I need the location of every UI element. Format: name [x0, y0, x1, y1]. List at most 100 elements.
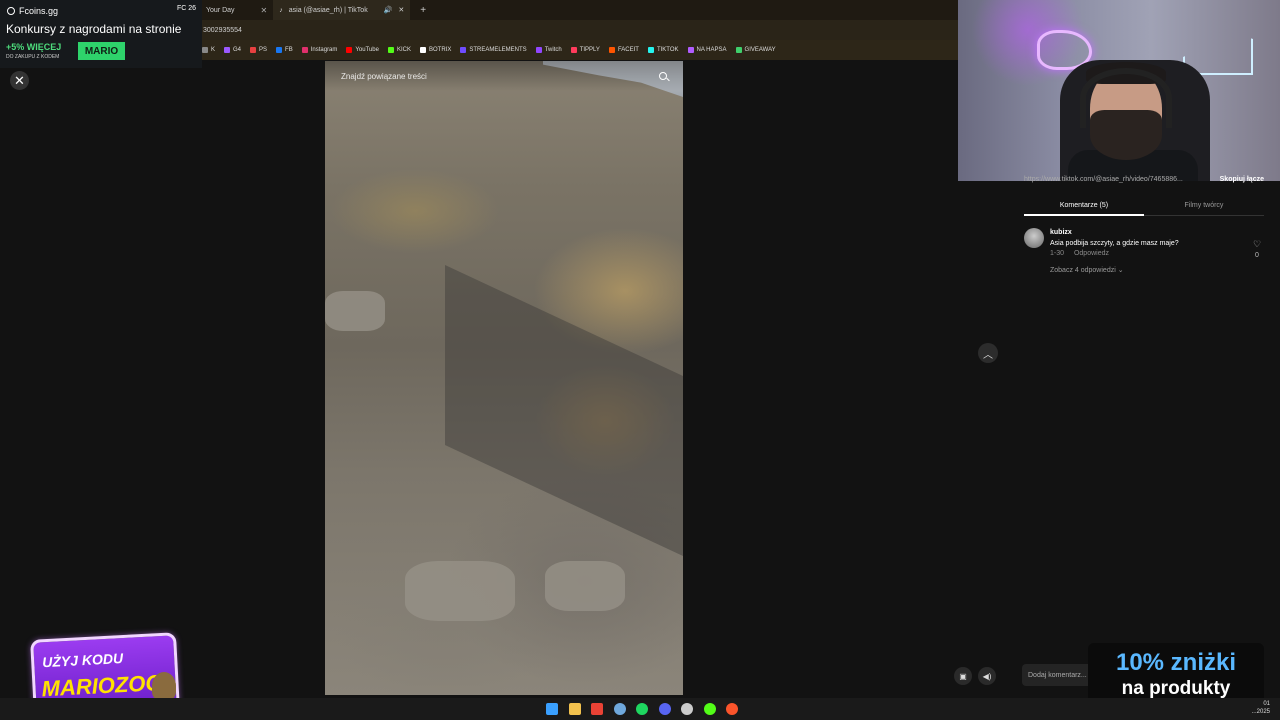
bookmark-item[interactable]: Instagram: [301, 47, 338, 53]
like-count: 0: [1255, 252, 1259, 259]
clock: 01 ...2025: [1252, 700, 1270, 716]
address-bar[interactable]: 3002935554: [200, 20, 960, 40]
bookmark-item[interactable]: FACEIT: [608, 47, 639, 53]
bookmark-label: PS: [259, 47, 268, 53]
video-player[interactable]: Znajdź powiązane treści: [325, 61, 683, 695]
browser-tab-bar: Your Day ✕ ♪ asia (@asiae_rh) | TikTok 🔊…: [200, 0, 960, 20]
bookmark-item[interactable]: G4: [224, 47, 241, 53]
bookmark-favicon-icon: [570, 47, 577, 53]
discord-icon[interactable]: [658, 703, 671, 715]
bookmark-favicon-icon: [460, 47, 467, 53]
bookmark-favicon-icon: [202, 47, 208, 53]
bookmark-favicon-icon: [387, 47, 394, 53]
bookmark-favicon-icon: [224, 47, 231, 53]
promo-code-badge: MARIO: [78, 42, 125, 60]
bookmark-item[interactable]: YouTube: [346, 47, 379, 53]
bookmark-label: TIKTOK: [656, 47, 679, 53]
bookmark-favicon-icon: [346, 47, 353, 53]
brave-icon[interactable]: [726, 703, 738, 715]
bookmark-item[interactable]: K: [202, 47, 215, 53]
windows-icon[interactable]: [546, 703, 558, 715]
promo-bonus-sub: DO ZAKUPU Z KODEM: [6, 54, 60, 60]
obs-icon[interactable]: [681, 703, 693, 715]
clock-time: 01: [1263, 701, 1270, 707]
spotify-icon[interactable]: [636, 703, 648, 715]
bookmark-label: Twitch: [544, 47, 562, 53]
discount-line2: na produkty: [1121, 678, 1231, 699]
chrome-icon[interactable]: [591, 703, 603, 715]
promo-title: Konkursy z nagrodami na stronie: [6, 22, 182, 36]
bookmark-label: BOTRIX: [429, 47, 452, 53]
bookmark-label: Instagram: [310, 47, 338, 53]
close-tab-icon[interactable]: ✕: [398, 6, 404, 14]
add-comment-placeholder: Dodaj komentarz...: [1028, 671, 1087, 679]
copy-link-button[interactable]: Skopiuj łącze: [1220, 176, 1264, 188]
bookmark-item[interactable]: KICK: [387, 47, 411, 53]
kick-icon[interactable]: [703, 703, 716, 715]
screen: Your Day ✕ ♪ asia (@asiae_rh) | TikTok 🔊…: [0, 0, 1280, 720]
bookmark-item[interactable]: FB: [276, 47, 293, 53]
volume-button[interactable]: ◀): [978, 667, 996, 685]
bookmark-item[interactable]: TIPPLY: [570, 47, 600, 53]
bookmark-item[interactable]: NA HAPSA: [687, 47, 727, 53]
steam-icon[interactable]: [613, 703, 626, 715]
bookmark-favicon-icon: [276, 47, 283, 53]
close-tab-icon[interactable]: ✕: [261, 6, 268, 15]
tab-comments[interactable]: Komentarze (5): [1024, 196, 1144, 216]
discount-line1: 10% zniżki: [1115, 649, 1237, 676]
bookmark-item[interactable]: Twitch: [535, 47, 562, 53]
share-link[interactable]: https://www.tiktok.com/@asiae_rh/video/7…: [1024, 176, 1183, 188]
folder-icon[interactable]: [568, 703, 581, 715]
promo-bonus-percent: +5% WIĘCEJ: [6, 42, 62, 52]
bookmark-favicon-icon: [608, 47, 615, 53]
speaker-icon[interactable]: 🔊: [384, 6, 393, 14]
promo-bonus: +5% WIĘCEJ DO ZAKUPU Z KODEM: [6, 42, 61, 60]
tiktok-icon: ♪: [279, 6, 283, 14]
bookmark-item[interactable]: STREAMELEMENTS: [460, 47, 527, 53]
comment-date: 1-30: [1050, 250, 1065, 257]
avatar[interactable]: [1024, 228, 1044, 248]
comment-text: Asia podbija szczyty, a gdzie masz maje?: [1050, 240, 1179, 247]
view-replies-button[interactable]: Zobacz 4 odpowiedzi ⌄: [1050, 266, 1124, 274]
scroll-up-button[interactable]: ︿: [978, 343, 998, 363]
bookmark-favicon-icon: [250, 47, 257, 53]
tab-your-day[interactable]: Your Day ✕: [200, 0, 273, 20]
chevron-up-icon: ︿: [983, 349, 993, 361]
fcoins-logo-icon: [7, 7, 15, 15]
video-search-placeholder: Znajdź powiązane treści: [341, 71, 427, 81]
panel-tabs: Komentarze (5) Filmy twórcy: [1024, 196, 1264, 216]
bookmark-favicon-icon: [420, 47, 426, 53]
bookmark-label: FB: [285, 47, 293, 53]
bookmark-label: GIVEAWAY: [744, 47, 776, 53]
pip-button[interactable]: ▣: [954, 667, 972, 685]
search-icon[interactable]: [659, 72, 667, 80]
promo-brand-name: Fcoins.gg: [19, 6, 59, 16]
bookmark-item[interactable]: PS: [250, 47, 267, 53]
chevron-down-icon: ⌄: [1117, 267, 1124, 274]
bookmark-label: FACEIT: [617, 47, 639, 53]
bookmark-item[interactable]: TIKTOK: [647, 47, 679, 53]
tab-creator-videos[interactable]: Filmy twórcy: [1144, 196, 1264, 216]
reply-button[interactable]: Odpowiedz: [1074, 250, 1109, 257]
tab-label: asia (@asiae_rh) | TikTok: [288, 6, 368, 14]
bookmark-label: G4: [233, 47, 242, 53]
comment-username[interactable]: kubizx: [1050, 229, 1072, 236]
bookmark-label: STREAMELEMENTS: [469, 47, 527, 53]
video-rock: [545, 561, 625, 611]
pip-icon: ▣: [959, 671, 967, 681]
heart-icon[interactable]: ♡: [1253, 239, 1263, 249]
bookmark-item[interactable]: BOTRIX: [420, 47, 451, 53]
bookmark-favicon-icon: [735, 47, 742, 53]
video-search-bar[interactable]: Znajdź powiązane treści: [325, 61, 683, 91]
bookmark-label: NA HAPSA: [696, 47, 727, 53]
video-rock: [405, 561, 515, 621]
code-badge-line1: UŻYJ KODU: [41, 650, 124, 671]
view-replies-label: Zobacz 4 odpowiedzi: [1050, 267, 1116, 274]
new-tab-button[interactable]: +: [420, 5, 426, 16]
tab-tiktok[interactable]: ♪ asia (@asiae_rh) | TikTok 🔊 ✕: [273, 0, 411, 20]
headset: [1080, 68, 1172, 128]
bookmark-item[interactable]: GIVEAWAY: [735, 47, 776, 53]
bookmark-favicon-icon: [687, 47, 694, 53]
tab-label: Your Day: [206, 6, 235, 14]
close-icon[interactable]: ✕: [10, 71, 29, 90]
